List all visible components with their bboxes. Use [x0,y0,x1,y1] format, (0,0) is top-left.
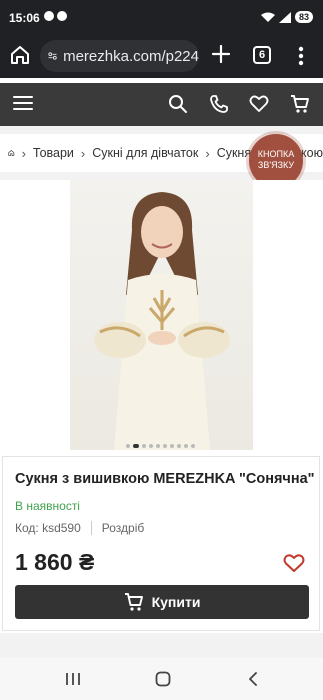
url-text: merezhka.com/p224 [63,47,199,65]
product-price: 1 860 ₴ [15,549,95,575]
pagination-dot[interactable] [177,444,181,448]
cart-icon[interactable] [290,94,310,114]
battery-icon: 83 [294,11,313,23]
product-image[interactable] [70,180,253,450]
status-bar: 15:06 83 [0,0,323,34]
product-card: Сукня з вишивкою MEREZHKA "Сонячна" В на… [0,180,323,633]
menu-icon[interactable] [13,94,33,112]
pagination-dot[interactable] [142,444,146,448]
pagination-dot[interactable] [149,444,153,448]
back-icon[interactable] [245,671,261,687]
sale-type: Роздріб [101,521,145,535]
system-icons: 83 [260,11,313,23]
search-icon[interactable] [168,94,188,114]
home-icon[interactable] [10,44,30,66]
browser-toolbar: merezhka.com/p224 6 [0,34,323,78]
product-code: Код: ksd590 [15,521,81,535]
breadcrumb-item[interactable]: Товари [33,146,74,160]
product-meta: Код: ksd590 Роздріб [15,521,144,535]
notification-icons [44,11,67,21]
viber-icon [57,11,67,21]
signal-icon [278,11,291,23]
wifi-icon [260,12,275,22]
pagination-dot[interactable] [170,444,174,448]
product-title: Сукня з вишивкою MEREZHKA "Сонячна" [15,471,315,487]
meta-divider [90,521,92,535]
telegram-icon [44,11,54,21]
recent-apps-icon[interactable] [65,671,81,687]
pagination-dot-active[interactable] [133,444,139,448]
site-settings-icon[interactable] [48,49,57,63]
image-pagination [126,444,195,448]
home-icon[interactable] [155,671,171,687]
product-photo-illustration [94,192,230,450]
breadcrumb-home-icon[interactable] [8,144,15,162]
system-navigation-bar [0,658,323,700]
tab-switcher-button[interactable]: 6 [253,46,271,64]
phone-icon[interactable] [209,94,229,114]
product-info: Сукня з вишивкою MEREZHKA "Сонячна" В на… [2,456,320,631]
pagination-dot[interactable] [184,444,188,448]
cart-icon [124,593,143,611]
new-tab-icon[interactable] [210,43,232,65]
heart-icon[interactable] [249,94,269,114]
availability-status: В наявності [15,499,80,513]
buy-button[interactable]: Купити [15,585,309,619]
breadcrumb-item[interactable]: Сукні для дівчаток [92,146,198,160]
address-bar[interactable]: merezhka.com/p224 [40,40,199,72]
buy-button-label: Купити [151,594,201,610]
pagination-dot[interactable] [163,444,167,448]
pagination-dot[interactable] [126,444,130,448]
chevron-right-icon: › [21,145,26,161]
chevron-right-icon: › [80,145,86,161]
clock: 15:06 [9,11,40,25]
pagination-dot[interactable] [156,444,160,448]
chevron-right-icon: › [205,145,210,161]
pagination-dot[interactable] [191,444,195,448]
site-header [0,83,323,126]
more-menu-icon[interactable] [298,46,304,66]
add-to-favorites-icon[interactable] [283,553,305,573]
